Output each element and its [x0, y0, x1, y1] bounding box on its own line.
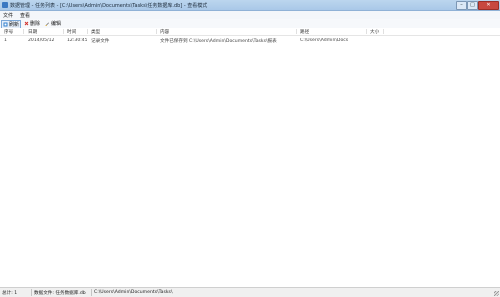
- table-row[interactable]: 1 2014/05/12 12:30:45 记录文件 文件已保存到 C:\Use…: [0, 37, 500, 44]
- column-divider[interactable]: [383, 29, 384, 34]
- menu-view[interactable]: 查看: [20, 12, 30, 19]
- column-header-size[interactable]: 大小: [370, 29, 379, 35]
- refresh-label: 刷新: [9, 22, 20, 28]
- column-divider[interactable]: [63, 29, 64, 34]
- column-header-time[interactable]: 时间: [67, 29, 76, 35]
- table-header: 序号 日期 时间 类型 内容 路径 大小: [0, 28, 500, 36]
- cell-date: 2014/05/12: [28, 38, 55, 43]
- status-data-file: 数据文件: 任务数据库.db: [34, 291, 86, 296]
- cell-path: C:\Users\Admin\Docs: [300, 38, 349, 43]
- app-icon: [2, 2, 8, 8]
- status-count: 总计: 1: [2, 291, 18, 296]
- column-header-index[interactable]: 序号: [4, 29, 13, 35]
- column-divider[interactable]: [366, 29, 367, 34]
- cell-content: 文件已保存到 C:\Users\Admin\Documents\Tasks\报表: [160, 39, 277, 44]
- minimize-button[interactable]: –: [456, 1, 467, 10]
- delete-icon: [24, 21, 29, 26]
- cell-time: 12:30:45: [67, 38, 87, 43]
- resize-grip-icon[interactable]: [494, 291, 499, 296]
- delete-button[interactable]: 删除: [24, 20, 40, 27]
- column-header-date[interactable]: 日期: [28, 29, 37, 35]
- column-header-type[interactable]: 类型: [91, 29, 100, 35]
- column-divider[interactable]: [23, 29, 24, 34]
- edit-button[interactable]: 编辑: [45, 20, 61, 27]
- edit-icon: [45, 22, 49, 26]
- cell-type: 记录文件: [91, 39, 110, 44]
- column-divider[interactable]: [296, 29, 297, 34]
- delete-label: 删除: [30, 21, 41, 27]
- cell-index: 1: [4, 38, 7, 43]
- status-divider: [31, 289, 32, 296]
- column-header-content[interactable]: 内容: [160, 29, 169, 35]
- title-bar: 数据管理 - 任务列表 - [C:\Users\Admin\Documents\…: [0, 0, 500, 11]
- column-header-path[interactable]: 路径: [300, 29, 309, 35]
- edit-label: 编辑: [51, 21, 62, 27]
- menu-file[interactable]: 文件: [3, 12, 13, 19]
- status-path: C:\Users\Admin\Documents\Tasks\: [94, 290, 173, 295]
- status-divider: [91, 289, 92, 296]
- maximize-button[interactable]: □: [467, 1, 478, 10]
- window-title: 数据管理 - 任务列表 - [C:\Users\Admin\Documents\…: [10, 3, 208, 9]
- refresh-icon: [3, 22, 8, 27]
- close-button[interactable]: ✕: [478, 1, 499, 10]
- column-divider[interactable]: [156, 29, 157, 34]
- column-divider[interactable]: [87, 29, 88, 34]
